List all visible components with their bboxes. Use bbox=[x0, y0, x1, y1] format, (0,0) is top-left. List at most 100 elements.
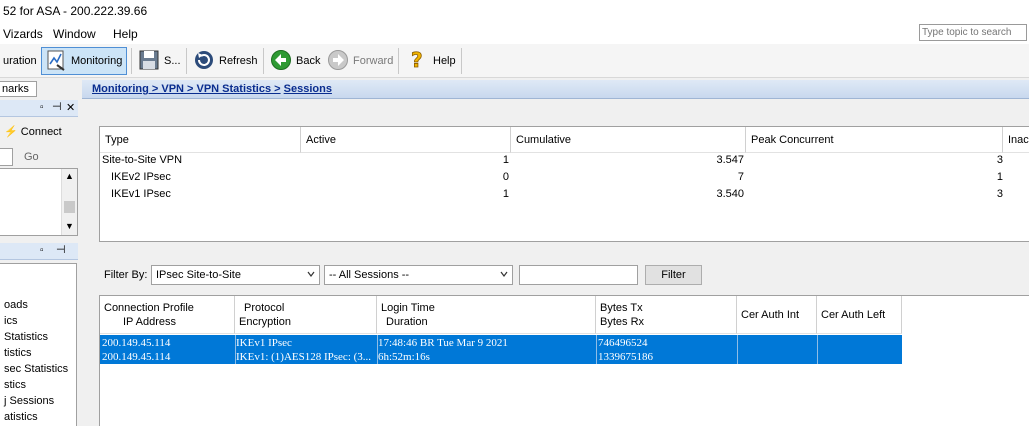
col-inactive-header[interactable]: Inac bbox=[1003, 127, 1029, 153]
row-type: Site-to-Site VPN bbox=[102, 154, 183, 166]
back-button[interactable]: Back bbox=[267, 47, 323, 75]
row-active: 1 bbox=[502, 188, 509, 200]
col-bytes-header[interactable]: Bytes Tx Bytes Rx bbox=[596, 296, 737, 334]
session-rx-value: 1339675186 bbox=[598, 351, 653, 363]
configuration-label: uration bbox=[3, 55, 37, 67]
monitoring-icon bbox=[45, 49, 67, 74]
session-login: 17:48:46 BR Tue Mar 9 2021 6h:52m:16s bbox=[378, 336, 596, 364]
save-button[interactable]: S... bbox=[135, 47, 184, 75]
session-tx-value: 746496524 bbox=[598, 337, 648, 349]
filter-text-input[interactable] bbox=[519, 265, 638, 285]
refresh-label: Refresh bbox=[219, 55, 258, 67]
back-arrow-icon bbox=[270, 49, 292, 74]
nav-item[interactable]: ics bbox=[4, 315, 17, 327]
col-duration-label: Duration bbox=[386, 316, 428, 328]
refresh-button[interactable]: Refresh bbox=[190, 47, 261, 75]
filter-type-select[interactable]: IPsec Site-to-Site bbox=[151, 265, 320, 285]
row-cumulative: 3.540 bbox=[716, 188, 744, 200]
menu-wizards[interactable]: Vizards bbox=[3, 27, 43, 41]
session-encryption-value: IKEv1: (1)AES128 IPsec: (3... bbox=[236, 351, 372, 363]
breadcrumb-path[interactable]: Monitoring > VPN > VPN Statistics > bbox=[92, 83, 281, 95]
chevron-up-icon[interactable]: ▲ bbox=[65, 171, 74, 181]
nav-item[interactable]: Statistics bbox=[4, 331, 48, 343]
col-protocol-header[interactable]: Protocol Encryption bbox=[235, 296, 377, 334]
summary-table: Type Active Cumulative Peak Concurrent I… bbox=[99, 126, 1029, 242]
nav-item[interactable]: sec Statistics bbox=[4, 363, 68, 375]
col-auth-left-header[interactable]: Cer Auth Left bbox=[817, 296, 902, 334]
filter-label: Filter By: bbox=[104, 269, 148, 281]
connect-button[interactable]: ⚡ Connect bbox=[4, 125, 62, 138]
row-peak: 1 bbox=[996, 171, 1003, 183]
save-icon bbox=[138, 49, 160, 74]
filter-type-value: IPsec Site-to-Site bbox=[156, 269, 241, 281]
filter-button[interactable]: Filter bbox=[645, 265, 702, 285]
forward-arrow-icon bbox=[327, 49, 349, 74]
scrollbar[interactable]: ▲ ▼ bbox=[61, 169, 77, 235]
pin-icon[interactable]: ⊣ bbox=[56, 243, 66, 256]
col-auth-int-header[interactable]: Cer Auth Int bbox=[737, 296, 817, 334]
row-active: 0 bbox=[502, 171, 509, 183]
bookmarks-tab[interactable]: narks bbox=[0, 81, 37, 97]
row-cumulative: 3.547 bbox=[716, 154, 744, 166]
save-label: S... bbox=[164, 55, 181, 67]
close-icon[interactable]: ✕ bbox=[66, 101, 75, 114]
nav-item-sessions[interactable]: j Sessions bbox=[4, 395, 54, 407]
session-protocol-value: IKEv1 IPsec bbox=[236, 337, 292, 349]
float-icon[interactable]: ▫ bbox=[40, 245, 44, 256]
session-row[interactable]: 200.149.45.114 200.149.45.114 IKEv1 IPse… bbox=[100, 335, 902, 364]
configuration-button[interactable]: uration bbox=[0, 47, 40, 75]
col-profile-label: Connection Profile bbox=[104, 302, 194, 314]
chevron-down-icon bbox=[500, 271, 508, 277]
col-encryption-label: Encryption bbox=[239, 316, 291, 328]
nav-item[interactable]: stics bbox=[4, 379, 26, 391]
window-title: 52 for ASA - 200.222.39.66 bbox=[0, 0, 1029, 22]
scroll-thumb[interactable] bbox=[64, 201, 75, 213]
row-peak: 3 bbox=[996, 188, 1003, 200]
nav-item[interactable]: atistics bbox=[4, 411, 38, 423]
session-bytes: 746496524 1339675186 bbox=[598, 336, 737, 364]
sessions-table: Connection Profile IP Address Protocol E… bbox=[99, 295, 1029, 426]
menu-window[interactable]: Window bbox=[53, 27, 96, 41]
forward-button[interactable]: Forward bbox=[324, 47, 396, 75]
menu-bar: Vizards Window Help bbox=[0, 22, 1029, 44]
row-peak: 3 bbox=[996, 154, 1003, 166]
float-icon[interactable]: ▫ bbox=[40, 102, 44, 113]
go-button[interactable]: Go bbox=[24, 151, 39, 163]
filter-sessions-select[interactable]: -- All Sessions -- bbox=[324, 265, 513, 285]
chevron-down-icon bbox=[307, 271, 315, 277]
col-protocol-label: Protocol bbox=[244, 302, 285, 314]
menu-help[interactable]: Help bbox=[113, 27, 138, 41]
navigation-header: ▫ ⊣ bbox=[0, 243, 78, 260]
row-type: IKEv1 IPsec bbox=[111, 188, 171, 200]
col-profile-header[interactable]: Connection Profile IP Address bbox=[100, 296, 235, 334]
chevron-down-icon[interactable]: ▼ bbox=[65, 221, 74, 231]
bookmark-list[interactable]: ▲ ▼ bbox=[0, 168, 78, 236]
session-protocol: IKEv1 IPsec IKEv1: (1)AES128 IPsec: (3..… bbox=[236, 336, 377, 364]
pin-icon[interactable]: ⊣ bbox=[52, 100, 62, 113]
col-active-header[interactable]: Active bbox=[301, 127, 511, 153]
help-question-icon: ? bbox=[407, 47, 429, 75]
session-profile: 200.149.45.114 200.149.45.114 bbox=[102, 336, 235, 364]
nav-item[interactable]: tistics bbox=[4, 347, 32, 359]
col-login-header[interactable]: Login Time Duration bbox=[377, 296, 596, 334]
search-input[interactable] bbox=[919, 24, 1027, 41]
breadcrumb-current[interactable]: Sessions bbox=[284, 83, 332, 95]
connect-icon: ⚡ bbox=[4, 126, 18, 138]
bookmark-input[interactable] bbox=[0, 148, 13, 166]
refresh-icon bbox=[193, 49, 215, 74]
navigation-tree: oads ics Statistics tistics sec Statisti… bbox=[0, 263, 77, 426]
col-peak-header[interactable]: Peak Concurrent bbox=[746, 127, 1003, 153]
connect-label: Connect bbox=[20, 126, 62, 138]
col-type-header[interactable]: Type bbox=[100, 127, 301, 153]
monitoring-button[interactable]: Monitoring bbox=[41, 47, 127, 75]
svg-text:?: ? bbox=[411, 48, 423, 72]
nav-item[interactable]: oads bbox=[4, 299, 28, 311]
row-type: IKEv2 IPsec bbox=[111, 171, 171, 183]
col-cumulative-header[interactable]: Cumulative bbox=[511, 127, 746, 153]
row-active: 1 bbox=[502, 154, 509, 166]
help-button[interactable]: ? Help bbox=[404, 47, 459, 75]
session-profile-value: 200.149.45.114 bbox=[102, 337, 171, 349]
filter-sessions-value: -- All Sessions -- bbox=[329, 269, 410, 281]
back-label: Back bbox=[296, 55, 321, 67]
col-rx-label: Bytes Rx bbox=[600, 316, 645, 328]
